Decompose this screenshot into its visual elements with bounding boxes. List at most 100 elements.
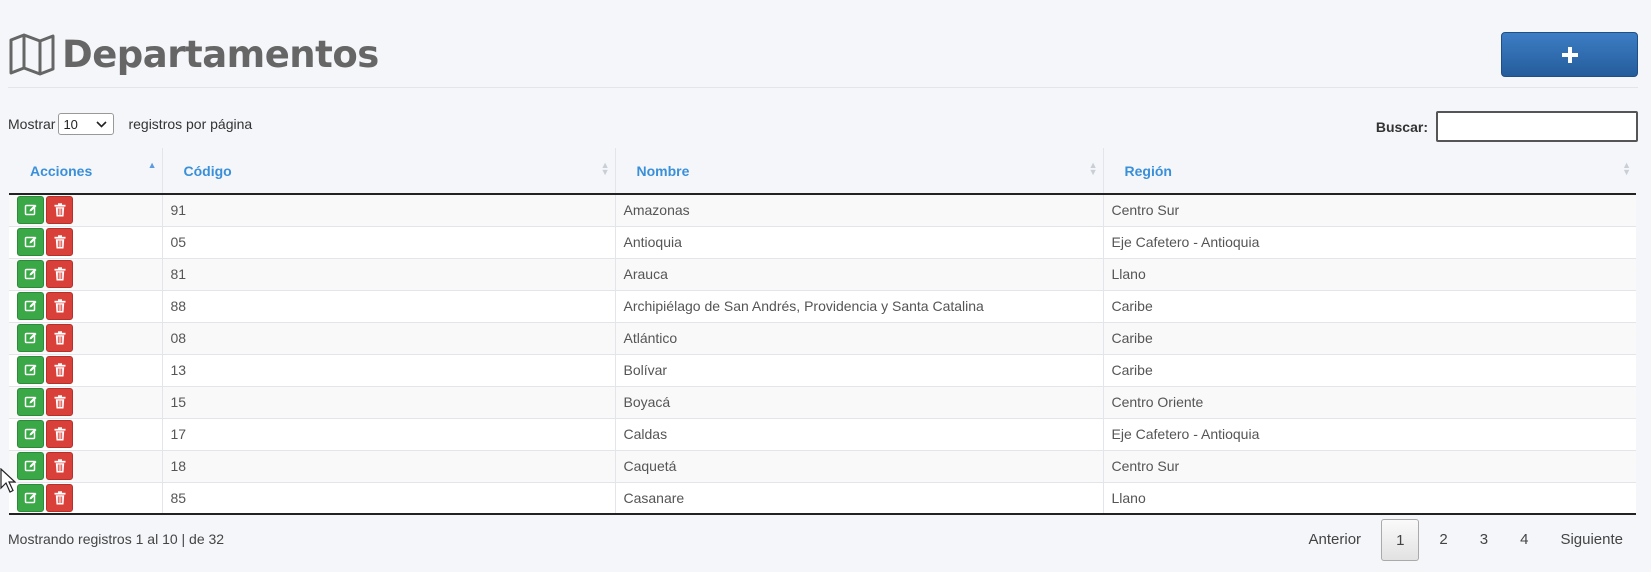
departamentos-table: Acciones ▲ Código ▲ ▼ Nombre ▲ ▼ Región ▲ ▼… — [9, 148, 1636, 515]
sort-icon: ▲ ▼ — [1622, 160, 1631, 177]
row-actions — [9, 418, 163, 451]
cell-nombre: Boyacá — [615, 386, 1104, 419]
table-row: 17 Caldas Eje Cafetero - Antioquia — [9, 418, 1636, 451]
plus-icon — [1561, 46, 1578, 63]
chevron-down-icon — [96, 120, 108, 128]
column-codigo[interactable]: Código ▲ ▼ — [162, 148, 616, 195]
table-controls: Mostrar 10 registros por página Buscar: — [8, 111, 1638, 142]
cell-nombre: Caldas — [615, 418, 1104, 451]
trash-icon — [54, 331, 66, 345]
delete-button[interactable] — [46, 260, 73, 288]
edit-icon — [24, 395, 38, 409]
edit-button[interactable] — [17, 292, 44, 320]
edit-button[interactable] — [17, 196, 44, 225]
column-codigo-label: Código — [183, 162, 232, 179]
delete-button[interactable] — [46, 452, 73, 480]
delete-button[interactable] — [46, 388, 73, 416]
cell-nombre: Atlántico — [615, 322, 1104, 355]
pagination-page-1[interactable]: 1 — [1381, 519, 1420, 561]
edit-icon — [24, 299, 38, 313]
row-actions — [9, 194, 163, 227]
mouse-cursor-icon — [0, 468, 16, 493]
edit-button[interactable] — [17, 356, 44, 384]
edit-button[interactable] — [17, 483, 44, 512]
cell-nombre: Amazonas — [615, 194, 1104, 227]
trash-icon — [54, 363, 66, 377]
cell-nombre: Arauca — [615, 258, 1104, 291]
row-actions — [9, 482, 163, 515]
sort-asc-icon: ▲ — [147, 160, 157, 170]
cell-nombre: Casanare — [615, 482, 1104, 515]
cell-region: Caribe — [1103, 290, 1636, 323]
edit-button[interactable] — [17, 388, 44, 416]
cell-codigo: 13 — [162, 354, 616, 387]
table-row: 05 Antioquia Eje Cafetero - Antioquia — [9, 226, 1636, 259]
cell-codigo: 15 — [162, 386, 616, 419]
table-info: Mostrando registros 1 al 10 | de 32 — [8, 531, 225, 547]
row-actions — [9, 322, 163, 355]
table-row: 18 Caquetá Centro Sur — [9, 450, 1636, 483]
cell-codigo: 91 — [162, 194, 616, 227]
page-length-select[interactable]: 10 — [58, 113, 115, 135]
edit-icon — [24, 235, 38, 249]
cell-region: Eje Cafetero - Antioquia — [1103, 418, 1636, 451]
table-row: 88 Archipiélago de San Andrés, Providenci… — [9, 290, 1636, 323]
delete-button[interactable] — [46, 356, 73, 384]
column-acciones-label: Acciones — [30, 162, 93, 179]
search-input[interactable] — [1436, 111, 1638, 142]
edit-icon — [24, 459, 38, 473]
cell-codigo: 17 — [162, 418, 616, 451]
page-length: Mostrar 10 registros por página — [8, 112, 252, 136]
cell-codigo: 18 — [162, 450, 616, 483]
title-wrap: Departamentos — [8, 32, 379, 76]
column-region[interactable]: Región ▲ ▼ — [1103, 148, 1636, 195]
edit-button[interactable] — [17, 260, 44, 288]
cell-region: Llano — [1103, 258, 1636, 291]
delete-button[interactable] — [46, 292, 73, 320]
edit-button[interactable] — [17, 228, 44, 256]
cell-codigo: 08 — [162, 322, 616, 355]
trash-icon — [54, 395, 66, 409]
edit-button[interactable] — [17, 420, 44, 448]
pagination-page-2[interactable]: 2 — [1423, 519, 1463, 561]
edit-icon — [24, 363, 38, 377]
pagination-prev[interactable]: Anterior — [1293, 519, 1378, 561]
table-row: 81 Arauca Llano — [9, 258, 1636, 291]
delete-button[interactable] — [46, 196, 73, 225]
row-actions — [9, 450, 163, 483]
search-box: Buscar: — [1376, 111, 1638, 142]
delete-button[interactable] — [46, 228, 73, 256]
column-region-label: Región — [1124, 162, 1172, 179]
trash-icon — [54, 427, 66, 441]
length-prefix: Mostrar — [8, 116, 56, 132]
delete-button[interactable] — [46, 324, 73, 352]
edit-button[interactable] — [17, 324, 44, 352]
edit-button[interactable] — [17, 452, 44, 480]
cell-region: Eje Cafetero - Antioquia — [1103, 226, 1636, 259]
cell-codigo: 88 — [162, 290, 616, 323]
cell-region: Centro Sur — [1103, 194, 1636, 227]
pagination-page-3[interactable]: 3 — [1464, 519, 1504, 561]
row-actions — [9, 386, 163, 419]
cell-nombre: Caquetá — [615, 450, 1104, 483]
column-acciones[interactable]: Acciones ▲ — [9, 148, 163, 195]
pagination-page-4[interactable]: 4 — [1504, 519, 1544, 561]
trash-icon — [54, 203, 66, 217]
page-title: Departamentos — [62, 32, 379, 76]
sort-icon: ▲ ▼ — [1088, 160, 1098, 177]
delete-button[interactable] — [46, 420, 73, 448]
edit-icon — [24, 427, 38, 441]
cell-region: Caribe — [1103, 354, 1636, 387]
row-actions — [9, 258, 163, 291]
edit-icon — [24, 331, 38, 345]
row-actions — [9, 226, 163, 259]
page-length-value: 10 — [63, 116, 78, 132]
add-button[interactable] — [1501, 32, 1638, 77]
pagination-next[interactable]: Siguiente — [1544, 519, 1639, 561]
table-row: 91 Amazonas Centro Sur — [9, 194, 1636, 227]
delete-button[interactable] — [46, 483, 73, 512]
pagination: Anterior 1 2 3 4 Siguiente — [1293, 519, 1639, 561]
trash-icon — [54, 299, 66, 313]
column-nombre-label: Nombre — [636, 162, 690, 179]
column-nombre[interactable]: Nombre ▲ ▼ — [615, 148, 1104, 195]
